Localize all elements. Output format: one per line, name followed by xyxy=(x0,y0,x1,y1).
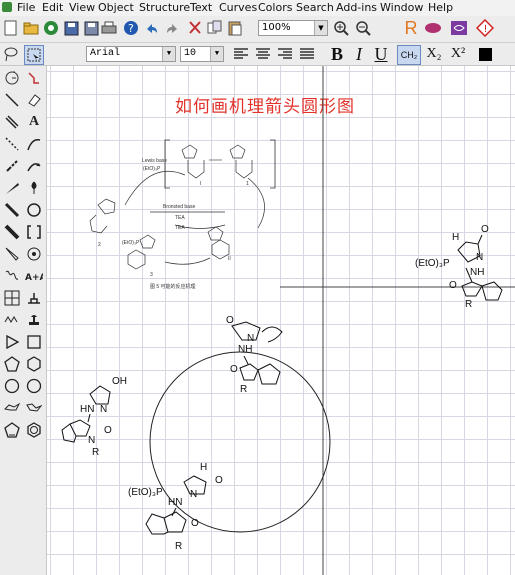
compound-1-number: 1 xyxy=(246,181,249,187)
product-structure-right: (EtO)₃P H O N NH O R xyxy=(415,224,503,310)
intermediate-I-number: I xyxy=(200,181,201,187)
oxygen-label: O xyxy=(215,475,223,486)
nitrogen-label: N xyxy=(247,333,254,344)
oxygen-label: O xyxy=(481,224,489,235)
tea-label-2: TEA xyxy=(175,225,185,231)
structure-drawing: Lewis base (EtO)₃P I 1 Bronsted base TEA… xyxy=(61,66,515,575)
oxygen-label: O xyxy=(104,425,112,436)
r-group-label: R xyxy=(240,384,247,395)
r-group-label: R xyxy=(175,541,182,552)
hn-label: HN xyxy=(168,497,182,508)
bronsted-base-label: Bronsted base xyxy=(163,204,195,210)
hn-label: HN xyxy=(80,404,94,415)
pyrazolone-structure-left: OH HN N O N R xyxy=(61,376,127,458)
nitrogen-label-2: N xyxy=(88,435,95,446)
embedded-mechanism-figure: Lewis base (EtO)₃P I 1 Bronsted base TEA… xyxy=(89,139,276,290)
nh-label: NH xyxy=(238,344,252,355)
adduct-structure-bottom: H O (EtO)₃P N HN O R xyxy=(128,462,223,552)
hydrogen-label: H xyxy=(452,232,459,243)
r-group-label: R xyxy=(92,447,99,458)
hydroxyl-label: OH xyxy=(112,376,127,387)
tea-label-1: TEA xyxy=(175,215,185,221)
lewis-base-label: Lewis base xyxy=(142,158,167,164)
oxygen-label-2: O xyxy=(191,518,199,529)
intermediate-II-number: II xyxy=(228,256,231,262)
oxygen-label-2: O xyxy=(449,280,457,291)
oxygen-label: O xyxy=(226,315,234,326)
nitrogen-label: N xyxy=(100,404,107,415)
zwitterion-structure-top: O N NH O R xyxy=(226,315,283,395)
r-group-label: R xyxy=(465,299,472,310)
compound-2-number: 2 xyxy=(98,242,101,248)
nh-label: NH xyxy=(470,267,484,278)
hydrogen-label: H xyxy=(200,462,207,473)
reagent-label: (EtO)₃P xyxy=(415,258,450,269)
reagent-label-2: (EtO)₃P xyxy=(122,240,140,246)
reagent-label: (EtO)₃P xyxy=(128,487,163,498)
compound-3-number: 3 xyxy=(150,272,153,278)
oxygen-label-2: O xyxy=(230,364,238,375)
figure-caption: 图 5 可能的反应机理 xyxy=(150,283,196,290)
reagent-label-1: (EtO)₃P xyxy=(143,166,161,172)
